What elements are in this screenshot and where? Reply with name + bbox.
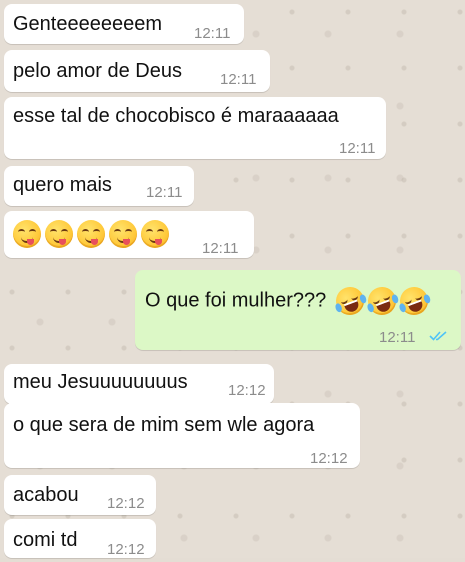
message-bubble[interactable]: quero mais 12:11 [4,166,194,206]
message-text: comi td [13,529,78,551]
message-text: Genteeeeeeeem [13,13,163,35]
message-time: 12:11 [339,140,376,157]
message-bubble[interactable]: comi td 12:12 [4,519,156,558]
message-time: 12:12 [228,382,266,399]
message-time: 12:12 [107,541,145,558]
message-time: 12:11 [202,240,239,257]
message-bubble[interactable]: acabou 12:12 [4,475,156,515]
message-text: quero mais [13,174,112,196]
message-bubble[interactable]: Genteeeeeeeem 12:11 [4,4,244,44]
message-text: esse tal de chocobisco é maraaaaaa [13,105,339,127]
message-text: pelo amor de Deus [13,60,182,82]
message-time: 12:12 [310,450,348,467]
emoji-row [13,220,173,248]
yum-face-icon [13,220,41,248]
message-bubble[interactable]: esse tal de chocobisco é maraaaaaa 12:11 [4,97,386,159]
message-time: 12:12 [107,495,145,512]
message-time: 12:11 [194,25,231,42]
yum-face-icon [141,220,169,248]
message-text: o que sera de mim sem wle agora [13,414,315,436]
message-bubble[interactable]: 12:11 [4,211,254,258]
yum-face-icon [77,220,105,248]
message-bubble[interactable]: meu Jesuuuuuuuus 12:12 [4,364,274,404]
message-bubble[interactable]: o que sera de mim sem wle agora 12:12 [4,403,360,468]
message-time: 12:11 [146,184,183,201]
message-time: 12:11 [220,71,257,88]
tears-of-joy-icon [395,283,432,319]
message-time: 12:11 [379,329,416,346]
message-text-content: O que foi mulher??? [145,289,327,312]
message-list[interactable]: Genteeeeeeeem 12:11 pelo amor de Deus 12… [0,0,465,558]
message-text: meu Jesuuuuuuuus [13,371,188,393]
yum-face-icon [109,220,137,248]
message-bubble[interactable]: pelo amor de Deus 12:11 [4,50,270,92]
message-text: O que foi mulher??? [145,283,432,319]
message-bubble-outgoing[interactable]: O que foi mulher??? 12:11 [135,270,461,350]
double-check-icon [429,331,447,341]
yum-face-icon [45,220,73,248]
tears-of-joy-icon [363,283,400,319]
message-text: acabou [13,484,79,506]
tears-of-joy-icon [331,283,368,319]
